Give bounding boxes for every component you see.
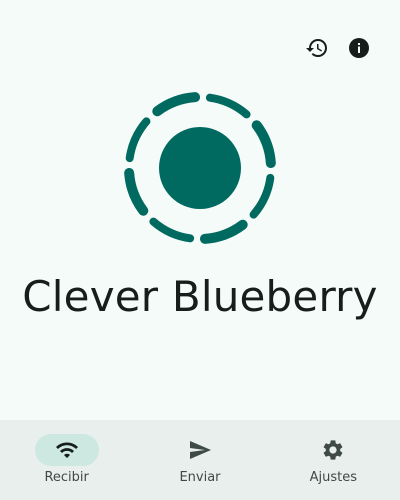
nav-pill-recibir: [34, 434, 99, 466]
avatar-ring-segment: [149, 217, 195, 243]
avatar-core-circle: [159, 127, 241, 209]
nav-pill-enviar: [168, 434, 232, 466]
nav-item-recibir[interactable]: Recibir: [0, 420, 133, 500]
avatar-ring-segment: [205, 93, 251, 119]
device-name: Clever Blueberry: [22, 272, 378, 321]
avatar-ring-segment: [199, 219, 248, 244]
device-avatar: [0, 88, 400, 248]
avatar-ring-segment: [125, 117, 151, 163]
history-icon: [306, 39, 327, 58]
nav-pill-ajustes: [301, 434, 365, 466]
send-icon: [189, 441, 211, 459]
top-actions: [305, 36, 371, 60]
avatar-ring-segment: [251, 120, 276, 169]
info-button[interactable]: [347, 36, 371, 60]
history-button[interactable]: [305, 36, 329, 60]
device-avatar-graphic: [124, 92, 276, 244]
avatar-ring-segment: [152, 92, 201, 117]
app-window: Clever Blueberry Recibir Enviar Ajustes: [0, 0, 400, 500]
info-icon: [349, 38, 369, 58]
avatar-ring-segment: [124, 167, 149, 216]
nav-label-enviar: Enviar: [179, 470, 221, 485]
nav-item-enviar[interactable]: Enviar: [133, 420, 266, 500]
nav-item-ajustes[interactable]: Ajustes: [267, 420, 400, 500]
nav-label-recibir: Recibir: [44, 470, 89, 485]
bottom-navigation: Recibir Enviar Ajustes: [0, 420, 400, 500]
avatar-ring-segment: [249, 173, 275, 219]
nav-label-ajustes: Ajustes: [309, 470, 358, 485]
wifi-icon: [55, 442, 78, 458]
gear-icon: [323, 440, 343, 460]
